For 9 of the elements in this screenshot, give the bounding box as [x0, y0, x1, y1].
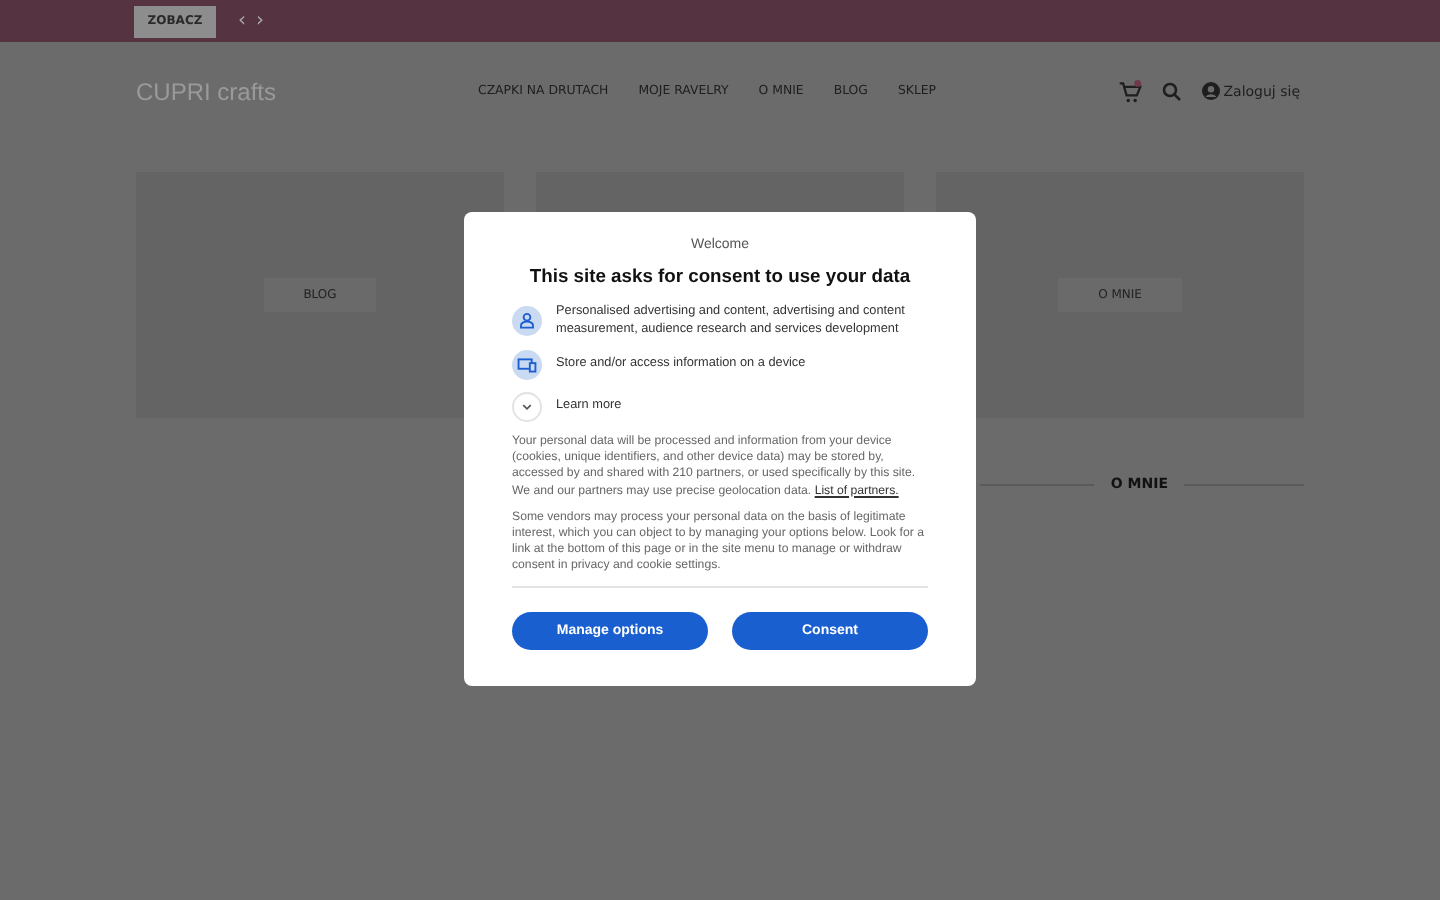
dialog-title: This site asks for consent to use your data [527, 264, 913, 289]
user-icon [1201, 82, 1220, 100]
chevron-down-icon[interactable] [512, 391, 542, 422]
next-arrow[interactable]: › [256, 11, 264, 31]
person-icon [512, 306, 542, 337]
search-icon[interactable] [1161, 81, 1182, 101]
device-icon [512, 349, 542, 380]
previous-arrow[interactable]: ‹ [238, 11, 246, 31]
cart-icon[interactable] [1117, 79, 1142, 103]
